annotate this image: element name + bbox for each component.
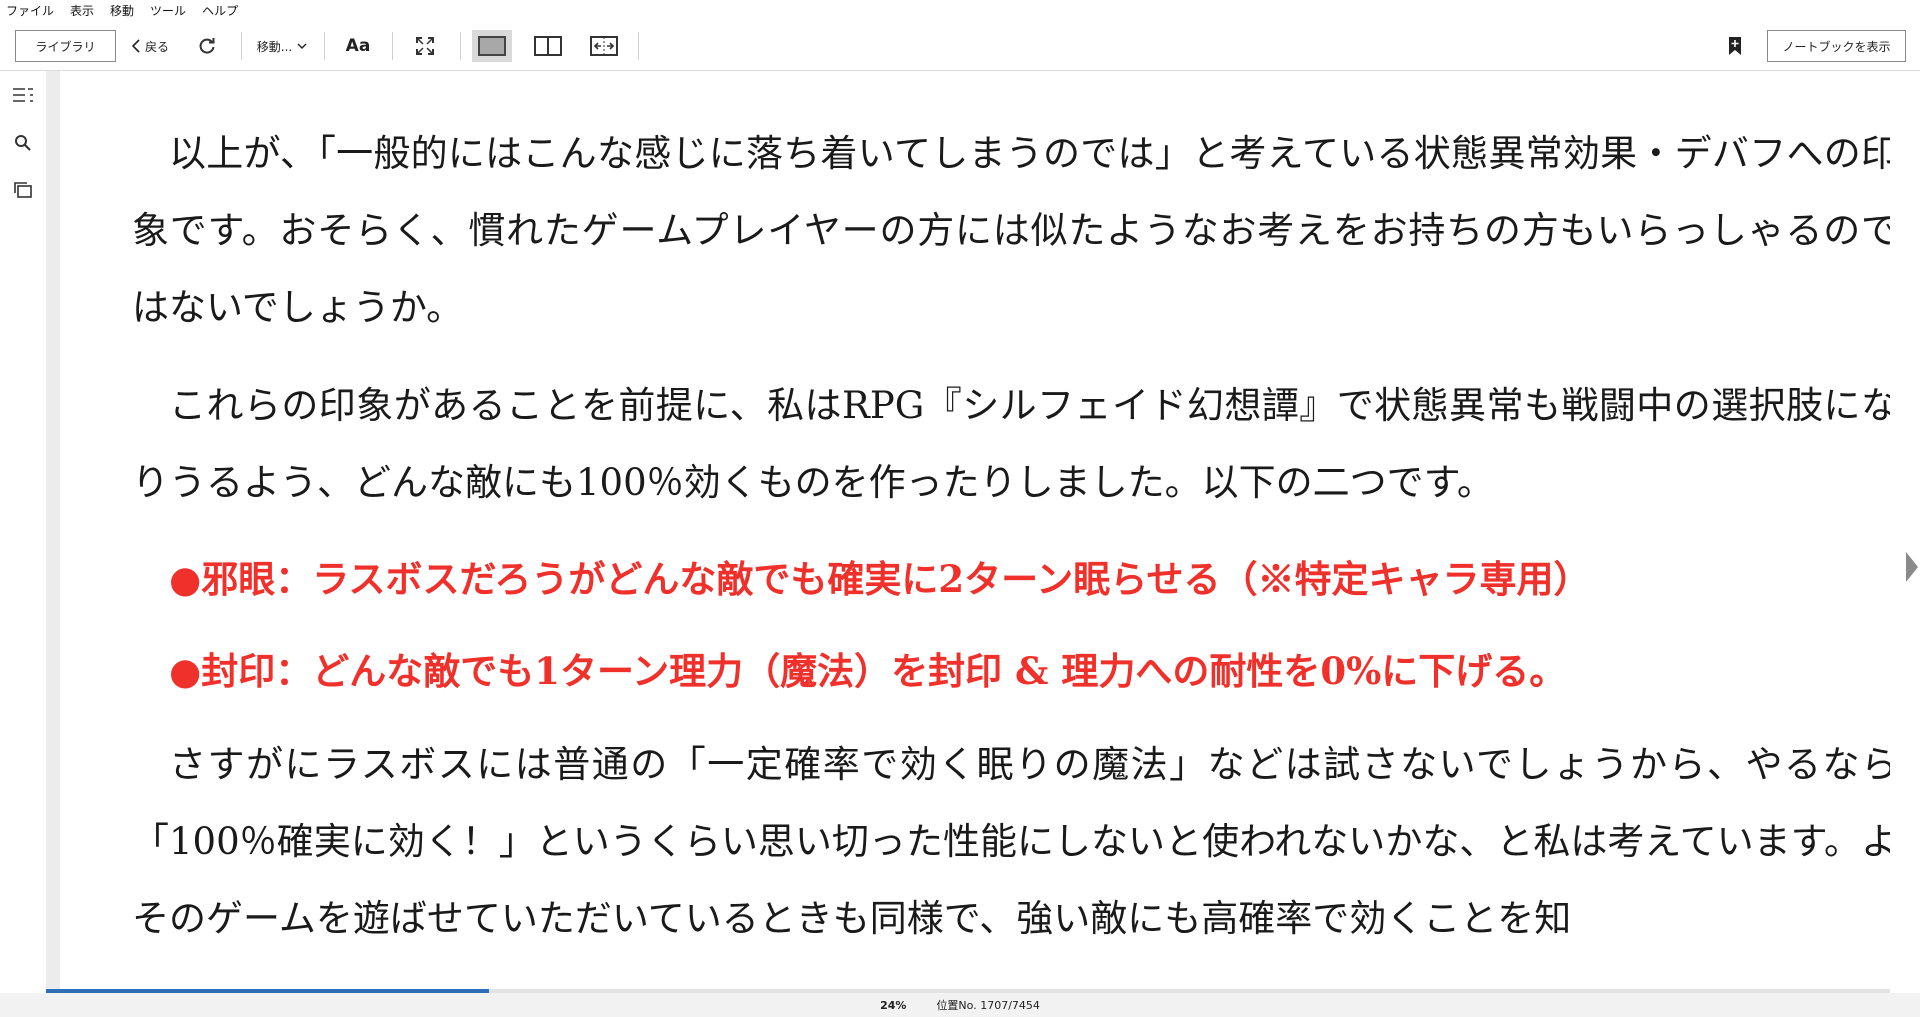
library-button[interactable]: ライブラリ: [15, 30, 116, 62]
back-button[interactable]: 戻る: [126, 30, 174, 62]
highlight-item-evil-eye: ●邪眼：ラスボスだろうがどんな敵でも確実に2ターン眠らせる（※特定キャラ専用）: [169, 557, 1591, 601]
search-icon: [15, 135, 31, 151]
toolbar-separator: [241, 32, 242, 60]
paragraph: 以上が、「一般的にはこんな感じに落ち着いてしまうのでは」と考えている状態異常効果…: [132, 132, 1890, 329]
toc-button[interactable]: [11, 83, 35, 107]
chevron-left-icon: [131, 39, 140, 53]
next-page-arrow-icon[interactable]: [1906, 552, 1918, 582]
location-readout: 位置No. 1707/7454: [936, 999, 1040, 1012]
page-flip-button[interactable]: [11, 178, 35, 202]
left-gutter: [46, 71, 60, 993]
fullscreen-icon: [416, 37, 434, 55]
book-content: 以上が、「一般的にはこんな感じに落ち着いてしまうのでは」と考えている状態異常効果…: [132, 115, 1890, 978]
toolbar-separator: [460, 32, 461, 60]
goto-dropdown[interactable]: 移動...: [250, 30, 314, 62]
right-gutter: [1890, 71, 1920, 993]
menu-tools[interactable]: ツール: [142, 0, 194, 22]
search-button[interactable]: [11, 131, 35, 155]
menu-bar: ファイル 表示 移動 ツール ヘルプ: [0, 0, 1920, 22]
bookmark-button[interactable]: [1722, 30, 1748, 62]
page-width-button[interactable]: [584, 30, 624, 62]
notebook-label: ノートブックを表示: [1782, 39, 1891, 54]
menu-help[interactable]: ヘルプ: [194, 0, 246, 22]
bookmark-add-icon: [1729, 37, 1741, 55]
toolbar-separator: [638, 32, 639, 60]
single-page-icon: [478, 36, 506, 56]
status-bar: 24% 位置No. 1707/7454: [0, 993, 1920, 1017]
refresh-icon: [199, 38, 215, 54]
library-label: ライブラリ: [35, 39, 96, 54]
goto-label: 移動...: [256, 39, 293, 54]
progress-percent: 24%: [880, 998, 907, 1012]
toolbar-separator: [324, 32, 325, 60]
page-flip-icon: [14, 182, 32, 198]
single-page-view-button[interactable]: [472, 30, 512, 62]
paragraph: これらの印象があることを前提に、私はRPG『シルフェイド幻想譚』で状態異常も戦闘…: [132, 384, 1890, 504]
reading-pane[interactable]: 以上が、「一般的にはこんな感じに落ち着いてしまうのでは」と考えている状態異常効果…: [60, 71, 1890, 993]
refresh-button[interactable]: [192, 30, 222, 62]
chevron-down-icon: [297, 43, 307, 49]
toolbar: ライブラリ 戻る 移動... Aa ノートブックを表示: [0, 22, 1920, 71]
font-label: Aa: [345, 36, 371, 56]
fullscreen-button[interactable]: [410, 30, 440, 62]
menu-view[interactable]: 表示: [62, 0, 102, 22]
table-of-contents-icon: [13, 88, 33, 102]
two-page-view-button[interactable]: [528, 30, 568, 62]
highlight-item-seal: ●封印：どんな敵でも1ターン理力（魔法）を封印 & 理力への耐性を0%に下げる。: [169, 649, 1567, 693]
left-sidebar: [0, 71, 46, 993]
font-settings-button[interactable]: Aa: [342, 30, 374, 62]
show-notebook-button[interactable]: ノートブックを表示: [1767, 30, 1906, 62]
toolbar-separator: [392, 32, 393, 60]
two-page-icon: [534, 36, 562, 56]
menu-go[interactable]: 移動: [102, 0, 142, 22]
paragraph: さすがにラスボスには普通の「一定確率で効く眠りの魔法」などは試さないでしょうから…: [132, 743, 1890, 940]
page-width-icon: [590, 36, 618, 56]
back-label: 戻る: [144, 39, 169, 54]
menu-file[interactable]: ファイル: [0, 0, 62, 22]
